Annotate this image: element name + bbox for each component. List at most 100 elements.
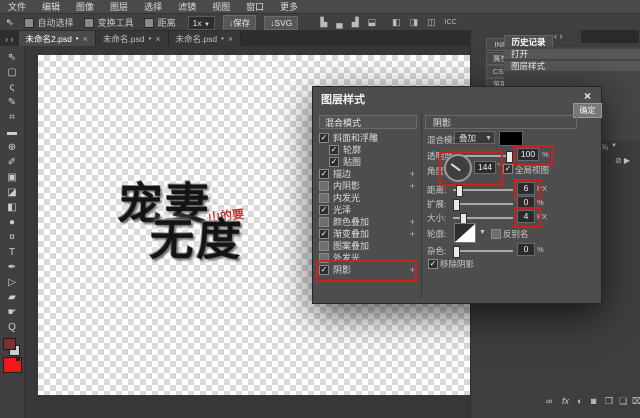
save-svg-button[interactable]: ↓SVG (264, 15, 299, 30)
distribute-icon[interactable]: ◧ (392, 17, 401, 28)
zoom-dropdown[interactable]: 1x ▼ (187, 15, 215, 30)
checkbox[interactable]: ✓ (329, 145, 339, 155)
ok-button[interactable]: 确定 (573, 103, 602, 118)
save-psd-button[interactable]: ↓保存 (222, 14, 257, 31)
expand-icon[interactable]: + (410, 264, 415, 276)
quick-select-tool[interactable]: ✎ (0, 95, 24, 110)
spread-slider[interactable] (453, 203, 513, 205)
spread-value[interactable]: 0 (517, 196, 535, 209)
expand-icon[interactable]: + (410, 180, 415, 192)
contour-thumbnail[interactable] (454, 223, 476, 243)
angle-value[interactable]: 144 (474, 161, 496, 174)
style-item-bevel-emboss[interactable]: ✓ 斜面和浮雕 (319, 132, 417, 144)
checkbox[interactable]: ✓ (319, 229, 329, 239)
type-tool[interactable]: T (0, 245, 24, 260)
zoom-tool[interactable]: Q (0, 320, 24, 335)
history-item-open[interactable]: 打开 (504, 49, 640, 59)
chevron-down-icon[interactable]: ▼ (611, 143, 617, 149)
distribute-icon[interactable]: ◨ (410, 17, 419, 28)
clone-stamp-tool[interactable]: ▣ (0, 170, 24, 185)
delete-icon[interactable]: ⌦ (632, 396, 640, 407)
spread-slider-handle[interactable] (453, 199, 460, 211)
mask-icon[interactable]: ◙ (591, 396, 596, 406)
style-item-contour[interactable]: ✓ 轮廓 (319, 144, 417, 156)
align-icon[interactable]: ▄ (336, 18, 342, 28)
close-icon[interactable]: × (228, 34, 233, 44)
checkbox[interactable]: ✓ (319, 133, 329, 143)
style-item-stroke[interactable]: ✓ 描边 + (319, 168, 417, 180)
adjustment-icon[interactable]: ◐ (577, 396, 582, 406)
fill-tool[interactable]: ◧ (0, 200, 24, 215)
tab-untitled-2[interactable]: 未命名.psd • × (168, 31, 242, 46)
menu-image[interactable]: 图像 (68, 0, 102, 13)
close-icon[interactable]: × (83, 34, 88, 44)
distance-checkbox[interactable] (143, 17, 154, 28)
style-item-outer-glow[interactable]: 外发光 (319, 252, 417, 264)
direct-select-tool[interactable]: ▷ (0, 275, 24, 290)
tab-untitled2[interactable]: 未命名2.psd • × (18, 31, 96, 46)
global-light-checkbox[interactable]: ✓ (503, 164, 513, 174)
menu-window[interactable]: 窗口 (238, 0, 272, 13)
expand-icon[interactable]: + (410, 216, 415, 228)
distance-value[interactable]: 6 (517, 182, 535, 195)
noise-slider-handle[interactable] (453, 246, 460, 258)
menu-view[interactable]: 视图 (204, 0, 238, 13)
checkbox[interactable]: ✓ (319, 169, 329, 179)
menu-more[interactable]: 更多 (272, 0, 306, 13)
style-item-satin[interactable]: ✓ 光泽 (319, 204, 417, 216)
checkbox[interactable] (319, 181, 329, 191)
style-item-texture[interactable]: ✓ 贴图 (319, 156, 417, 168)
move-tool[interactable]: ⇖ (0, 50, 24, 65)
checkbox[interactable] (319, 217, 329, 227)
history-item-layer-style[interactable]: 图层样式 (504, 61, 640, 71)
align-icon[interactable]: ▙ (320, 17, 327, 28)
knockout-checkbox[interactable]: ✓ (428, 259, 438, 269)
pen-tool[interactable]: ✒ (0, 260, 24, 275)
style-item-inner-shadow[interactable]: 内阴影 + (319, 180, 417, 192)
marquee-tool[interactable]: ▢ (0, 65, 24, 80)
menu-edit[interactable]: 编辑 (34, 0, 68, 13)
brush-tool[interactable]: ✐ (0, 155, 24, 170)
crop-tool[interactable]: ⌗ (0, 110, 24, 125)
chevron-down-icon[interactable]: ▼ (479, 229, 486, 236)
layer-lock-icons[interactable]: ⊘ ▶ (615, 156, 630, 165)
menu-select[interactable]: 选择 (136, 0, 170, 13)
noise-slider[interactable] (453, 250, 513, 252)
healing-tool[interactable]: ⊕ (0, 140, 24, 155)
eraser-tool[interactable]: ◪ (0, 185, 24, 200)
effects-icon[interactable]: fx (562, 396, 569, 406)
panel-collapse-icon[interactable]: ‹ › (554, 31, 563, 41)
align-icon[interactable]: ▟ (352, 17, 359, 28)
menu-layer[interactable]: 图层 (102, 0, 136, 13)
checkbox[interactable]: ✓ (329, 157, 339, 167)
blend-mode-dropdown[interactable]: 叠加 ▼ (454, 131, 495, 144)
shape-tool[interactable]: ▰ (0, 290, 24, 305)
noise-value[interactable]: 0 (517, 243, 535, 256)
hand-tool[interactable]: ☛ (0, 305, 24, 320)
opacity-slider-handle[interactable] (506, 151, 513, 163)
menu-file[interactable]: 文件 (0, 0, 34, 13)
tab-scroll-arrows[interactable]: › ‹ (0, 34, 19, 46)
link-icon[interactable]: ∞ (546, 396, 552, 406)
checkbox[interactable] (319, 241, 329, 251)
distance-slider-handle[interactable] (456, 185, 463, 197)
distribute-icon[interactable]: ◫ (427, 17, 436, 28)
style-item-inner-glow[interactable]: 内发光 (319, 192, 417, 204)
blur-tool[interactable]: ● (0, 215, 24, 230)
lasso-tool[interactable]: ς (0, 80, 24, 95)
checkbox[interactable]: ✓ (319, 205, 329, 215)
style-item-gradient-overlay[interactable]: ✓ 渐变叠加 + (319, 228, 417, 240)
opacity-value[interactable]: 100 (517, 148, 539, 161)
checkbox[interactable] (319, 253, 329, 263)
style-item-color-overlay[interactable]: 颜色叠加 + (319, 216, 417, 228)
size-value[interactable]: 4 (517, 210, 535, 223)
close-icon[interactable]: × (155, 34, 160, 44)
transform-checkbox[interactable] (83, 17, 94, 28)
eyedropper-tool[interactable]: ▬ (0, 125, 24, 140)
angle-dial[interactable] (444, 154, 472, 182)
expand-icon[interactable]: + (410, 228, 415, 240)
style-item-pattern-overlay[interactable]: 图案叠加 (319, 240, 417, 252)
dodge-tool[interactable]: ¤ (0, 230, 24, 245)
checkbox[interactable]: ✓ (319, 265, 329, 275)
foreground-color-swatch[interactable] (3, 338, 16, 350)
